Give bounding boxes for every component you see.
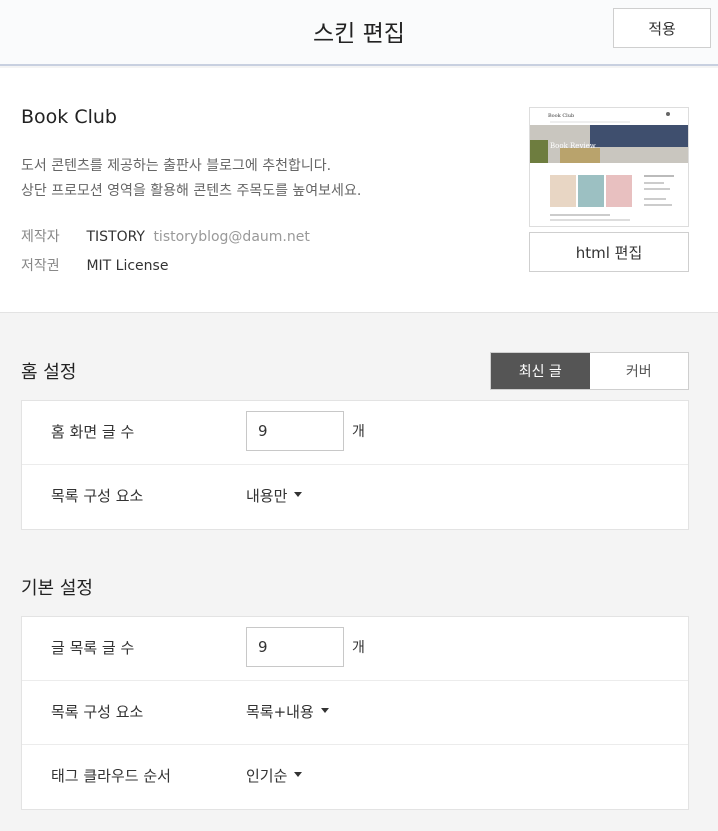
author-label: 제작자 [21,229,60,245]
basic-post-count-unit: 개 [352,640,365,656]
home-settings-title: 홈 설정 [21,362,77,383]
thumb-banner-text: Book Review [550,142,596,150]
home-post-count-row: 홈 화면 글 수 개 [22,401,688,465]
caret-down-icon [294,492,303,497]
tag-cloud-order-dropdown[interactable]: 인기순 [246,745,303,807]
home-type-toggle: 최신 글 커버 [490,352,689,390]
basic-post-count-label: 글 목록 글 수 [51,639,135,657]
home-list-elements-row: 목록 구성 요소 내용만 [22,465,688,529]
skin-preview-image: Book Club Book Review [530,108,688,226]
caret-down-icon [320,708,329,713]
tag-cloud-order-value: 인기순 [246,767,288,785]
basic-list-elements-dropdown[interactable]: 목록+내용 [246,681,329,743]
home-post-count-input[interactable] [246,411,344,451]
home-settings-card: 홈 화면 글 수 개 목록 구성 요소 내용만 [21,400,689,530]
skin-description: 도서 콘텐츠를 제공하는 출판사 블로그에 추천합니다. 상단 프로모션 영역을… [21,154,361,204]
basic-settings-card: 글 목록 글 수 개 목록 구성 요소 목록+내용 태그 클라우드 순서 인기순 [21,616,689,810]
basic-list-elements-value: 목록+내용 [246,703,314,721]
author-row: 제작자 TISTORY tistoryblog@daum.net [21,226,310,246]
basic-post-count-input[interactable] [246,627,344,667]
home-list-elements-dropdown[interactable]: 내용만 [246,465,303,527]
author-email: tistoryblog@daum.net [153,229,310,245]
home-list-elements-value: 내용만 [246,487,288,505]
tag-cloud-order-row: 태그 클라우드 순서 인기순 [22,745,688,809]
skin-name: Book Club [21,106,117,128]
page-title: 스킨 편집 [313,21,405,47]
skin-description-line-1: 도서 콘텐츠를 제공하는 출판사 블로그에 추천합니다. [21,158,332,174]
basic-settings-title: 기본 설정 [21,578,93,599]
html-edit-button[interactable]: html 편집 [529,232,689,272]
home-post-count-label: 홈 화면 글 수 [51,423,135,441]
license-value: MIT License [86,258,169,274]
skin-description-line-2: 상단 프로모션 영역을 활용해 콘텐츠 주목도를 높여보세요. [21,183,362,199]
caret-down-icon [294,772,303,777]
basic-list-elements-label: 목록 구성 요소 [51,703,144,721]
toggle-cover[interactable]: 커버 [590,353,689,389]
apply-button[interactable]: 적용 [613,8,711,48]
home-list-elements-label: 목록 구성 요소 [51,487,144,505]
home-post-count-unit: 개 [352,424,365,440]
skin-thumbnail: Book Club Book Review [529,107,689,227]
thumb-blog-title: Book Club [548,113,574,119]
toggle-latest-posts[interactable]: 최신 글 [491,353,590,389]
top-header: 스킨 편집 적용 [0,0,718,66]
license-row: 저작권 MIT License [21,255,168,275]
skin-info-panel: Book Club 도서 콘텐츠를 제공하는 출판사 블로그에 추천합니다. 상… [0,68,718,313]
tag-cloud-order-label: 태그 클라우드 순서 [51,767,171,785]
author-name: TISTORY [86,229,145,245]
license-label: 저작권 [21,258,60,274]
basic-list-elements-row: 목록 구성 요소 목록+내용 [22,681,688,745]
basic-post-count-row: 글 목록 글 수 개 [22,617,688,681]
